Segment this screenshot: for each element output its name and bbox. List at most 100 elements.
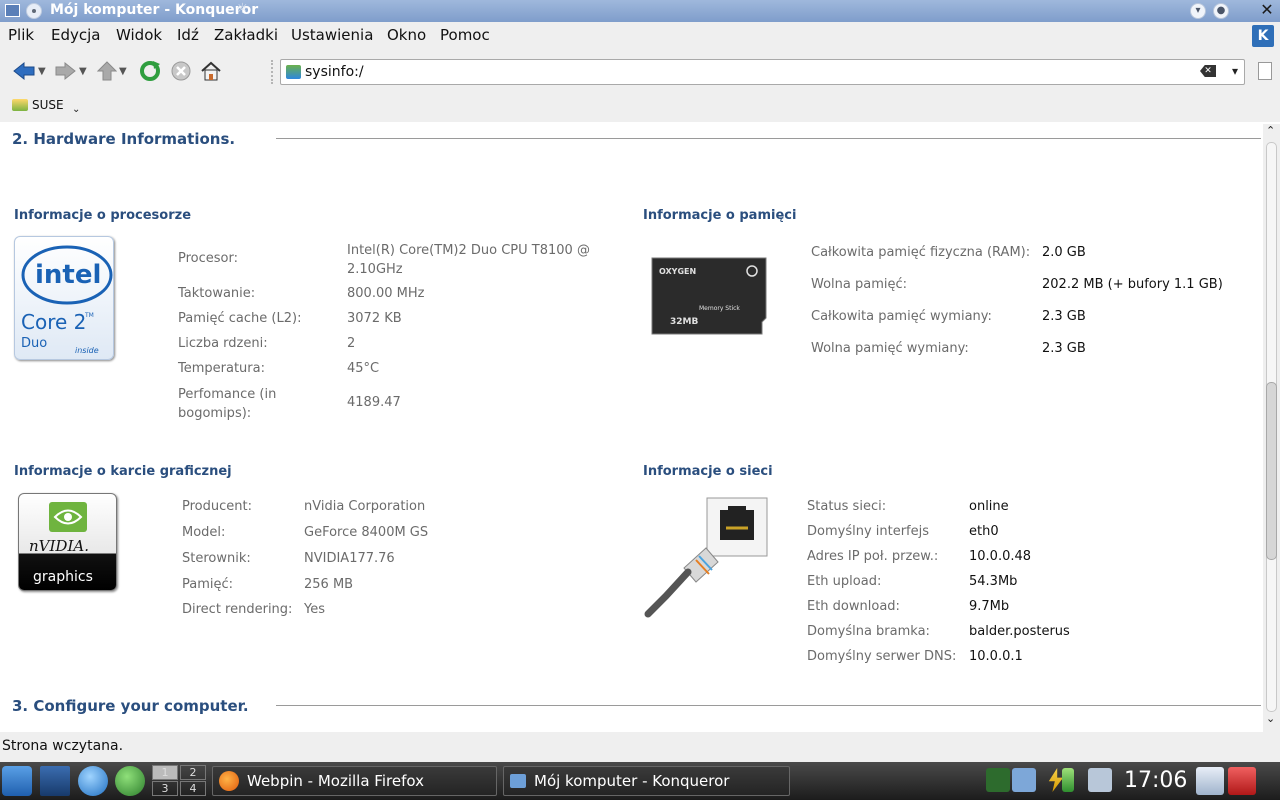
swirl-icon: ☼: [236, 1, 249, 17]
document-icon[interactable]: [1258, 62, 1272, 80]
clear-location-icon[interactable]: ✕: [1200, 65, 1216, 77]
home-button[interactable]: [200, 60, 222, 82]
up-button[interactable]: ▼: [97, 60, 127, 82]
reload-button[interactable]: [139, 60, 161, 82]
url-input[interactable]: [305, 62, 1185, 82]
gpu-title: Informacje o karcie graficznej: [14, 464, 232, 479]
cpu-value-cache: 3072 KB: [347, 311, 402, 326]
clock[interactable]: 17:06: [1124, 768, 1187, 793]
net-label-interface: Domyślny interfejs: [807, 524, 930, 539]
scroll-down-icon[interactable]: ⌄: [1266, 712, 1275, 725]
location-dropdown-icon[interactable]: ▾: [1232, 64, 1238, 78]
cpu-value-processor: Intel(R) Core(TM)2 Duo CPU T8100 @ 2.10G…: [347, 243, 590, 277]
pager-desktop-1[interactable]: 1: [152, 765, 178, 780]
network-globe-icon[interactable]: [78, 766, 108, 796]
back-arrow-icon: [13, 61, 35, 81]
intel-core2-logo: intel Core 2 TM Duo inside: [14, 236, 114, 360]
minimize-button[interactable]: ▾: [1190, 3, 1206, 19]
task-firefox[interactable]: Webpin - Mozilla Firefox: [212, 766, 497, 796]
menu-edit[interactable]: Edycja: [51, 26, 100, 44]
gpu-label-vendor: Producent:: [182, 499, 252, 514]
menu-bookmarks[interactable]: Zakładki: [214, 26, 278, 44]
net-label-status: Status sieci:: [807, 499, 887, 514]
net-label-dns: Domyślny serwer DNS:: [807, 649, 957, 664]
section-title-configure: 3. Configure your computer.: [12, 697, 249, 715]
net-value-upload: 54.3Mb: [969, 574, 1018, 589]
pager-desktop-3[interactable]: 3: [152, 781, 178, 796]
stop-button[interactable]: [170, 60, 192, 82]
net-label-upload: Eth upload:: [807, 574, 882, 589]
nvidia-tray-icon[interactable]: [986, 768, 1010, 792]
chat-tray-icon[interactable]: [1012, 768, 1036, 792]
chevron-down-icon[interactable]: ▼: [38, 66, 46, 77]
window-menu-button[interactable]: [26, 3, 42, 19]
window-icon[interactable]: [5, 4, 20, 17]
network-title: Informacje o sieci: [643, 464, 773, 479]
task-konqueror[interactable]: Mój komputer - Konqueror: [503, 766, 790, 796]
gpu-value-vendor: nVidia Corporation: [304, 499, 426, 514]
cpu-value-cores: 2: [347, 336, 356, 351]
cpu-label-cores: Liczba rdzeni:: [178, 336, 268, 351]
close-button[interactable]: ✕: [1258, 1, 1276, 19]
location-bar[interactable]: ✕ ▾: [280, 59, 1245, 85]
chevron-down-icon[interactable]: ⌄: [72, 104, 80, 115]
vertical-scrollbar[interactable]: ⌃ ⌄: [1263, 124, 1280, 732]
gpu-value-model: GeForce 8400M GS: [304, 525, 429, 540]
menu-view[interactable]: Widok: [116, 26, 162, 44]
menu-settings[interactable]: Ustawienia: [291, 26, 373, 44]
lock-icon[interactable]: [1196, 767, 1224, 795]
cpu-value-clock: 800.00 MHz: [347, 286, 425, 301]
net-value-ip: 10.0.0.48: [969, 549, 1032, 564]
battery-icon[interactable]: [1062, 768, 1074, 792]
logout-icon[interactable]: [1228, 767, 1256, 795]
reload-icon: [140, 61, 160, 81]
inside-text: inside: [75, 346, 99, 355]
menu-bar: Plik Edycja Widok Idź Zakładki Ustawieni…: [0, 22, 1280, 50]
kde-logo-icon: K: [1252, 25, 1274, 47]
net-label-ip: Adres IP poł. przew.:: [807, 549, 939, 564]
menu-go[interactable]: Idź: [177, 26, 199, 44]
forward-arrow-icon: [55, 61, 76, 81]
mem-label-free-swap: Wolna pamięć wymiany:: [811, 341, 969, 356]
graphics-text: graphics: [33, 569, 93, 585]
folder-icon: [12, 99, 28, 111]
mem-label-total-ram: Całkowita pamięć fizyczna (RAM):: [811, 245, 1031, 260]
mem-value-free-swap: 2.3 GB: [1042, 341, 1086, 356]
back-button[interactable]: ▼: [12, 60, 46, 82]
menu-window[interactable]: Okno: [387, 26, 426, 44]
browser-globe-icon[interactable]: [115, 766, 145, 796]
bookmark-suse[interactable]: SUSE: [12, 98, 64, 112]
net-value-download: 9.7Mb: [969, 599, 1010, 614]
network-tray-icon[interactable]: [1088, 768, 1112, 792]
cpu-label-temperature: Temperatura:: [178, 361, 265, 376]
bookmark-label: SUSE: [32, 98, 64, 112]
kde-menu-button[interactable]: [2, 766, 32, 796]
scroll-thumb[interactable]: [1266, 382, 1277, 560]
net-value-interface: eth0: [969, 524, 999, 539]
desktop-pager[interactable]: 1 2 3 4: [152, 765, 208, 797]
stop-icon: [171, 61, 191, 81]
home-icon: [201, 61, 221, 81]
maximize-button[interactable]: ●: [1213, 3, 1229, 19]
pager-desktop-2[interactable]: 2: [180, 765, 206, 780]
intel-brand-text: intel: [35, 260, 101, 290]
toolbar-grip[interactable]: [271, 60, 274, 84]
section-divider: [276, 705, 1261, 706]
pager-desktop-4[interactable]: 4: [180, 781, 206, 796]
menu-help[interactable]: Pomoc: [440, 26, 490, 44]
scroll-up-icon[interactable]: ⌃: [1266, 124, 1275, 137]
memory-stick-text: Memory Stick: [699, 305, 740, 312]
chevron-down-icon[interactable]: ▼: [119, 66, 127, 77]
sysinfo-icon: [286, 65, 301, 79]
menu-file[interactable]: Plik: [8, 26, 34, 44]
forward-button[interactable]: ▼: [55, 60, 87, 82]
desktop-icon[interactable]: [40, 766, 70, 796]
task-label: Webpin - Mozilla Firefox: [247, 772, 424, 790]
gpu-value-driver: NVIDIA177.76: [304, 551, 395, 566]
gpu-label-direct-rendering: Direct rendering:: [182, 602, 293, 617]
cpu-label-clock: Taktowanie:: [178, 286, 256, 301]
gpu-label-memory: Pamięć:: [182, 577, 234, 592]
mem-label-total-swap: Całkowita pamięć wymiany:: [811, 309, 992, 324]
chevron-down-icon[interactable]: ▼: [79, 66, 87, 77]
cpu-label-cache: Pamięć cache (L2):: [178, 311, 302, 326]
